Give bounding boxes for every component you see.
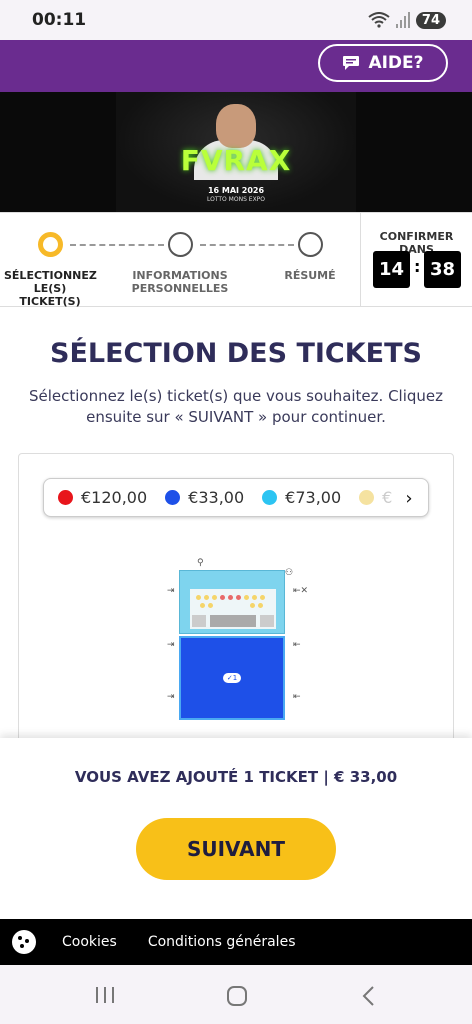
checkout-steps: SÉLECTIONNEZ LE(S) TICKET(S) INFORMATION… [0,212,472,308]
seat-dot[interactable] [244,595,249,600]
step-2-indicator [168,232,193,257]
price-legend[interactable]: €120,00 €33,00 €73,00 € › [43,478,429,517]
system-nav-bar [0,965,472,1024]
step-1-label: SÉLECTIONNEZ LE(S) TICKET(S) [4,269,97,308]
status-bar: 00:11 74 [0,0,472,40]
price-color-dot [359,490,375,505]
price-item[interactable]: €120,00 [58,488,147,507]
exit-icon: ⇥ [167,692,175,702]
cart-summary-text: VOUS AVEZ AJOUTÉ 1 TICKET | € 33,00 [74,768,398,786]
seat-dot[interactable] [212,595,217,600]
confirm-timer: CONFIRMER DANS 14 : 38 [360,213,472,306]
timer-seconds: 38 [424,251,461,288]
wifi-icon [368,12,390,28]
page-subtitle: Sélectionnez le(s) ticket(s) que vous so… [28,387,444,426]
price-color-dot [165,490,181,505]
help-button[interactable]: AIDE? [318,44,448,82]
seat-dot[interactable] [220,595,225,600]
page-title: SÉLECTION DES TICKETS [50,338,422,369]
poster-artist-name: FVRAX [180,144,292,177]
price-item[interactable]: € [359,488,392,507]
exit-icon: ⇤ [293,640,301,650]
venue-map[interactable]: ✓1 [179,570,285,720]
seat-dot[interactable] [252,595,257,600]
back-icon[interactable] [360,985,376,1007]
cookie-icon[interactable] [12,930,36,954]
map-zone-floor[interactable]: ✓1 [179,636,285,720]
seat-dot[interactable] [260,595,265,600]
step-1-indicator [38,232,63,257]
toilet-icon: ⚲ [197,558,204,568]
seat-dot[interactable] [250,603,255,608]
step-3-indicator [298,232,323,257]
people-icon: ⚇ [285,568,294,578]
seat-dot[interactable] [236,595,241,600]
next-button[interactable]: SUIVANT [136,818,336,880]
home-icon[interactable] [226,985,248,1007]
top-bar: AIDE? [0,40,472,92]
price-label: € [382,488,393,507]
cookies-link[interactable]: Cookies [62,934,117,950]
step-3-label: RÉSUMÉ [284,269,336,282]
recent-apps-icon[interactable] [94,986,116,1004]
seat-dot[interactable] [208,603,213,608]
status-icons: 74 [368,11,446,29]
price-item[interactable]: €33,00 [165,488,244,507]
price-label: €73,00 [285,488,342,507]
signal-icon [395,12,410,28]
timer-separator: : [414,257,421,276]
poster-venue: LOTTO MONS EXPO [206,196,266,203]
exit-icon: ⇤ [293,692,301,702]
chevron-right-icon[interactable]: › [396,485,422,511]
step-connector [200,244,294,246]
event-banner: FVRAX 16 MAI 2026 LOTTO MONS EXPO [0,92,472,212]
map-stage-block [210,615,256,627]
exit-icon: ⇤✕ [293,586,309,596]
price-label: €120,00 [81,488,148,507]
map-side-block [260,615,274,627]
price-item[interactable]: €73,00 [262,488,341,507]
seat-dot[interactable] [258,603,263,608]
price-color-dot [58,490,73,505]
price-label: €33,00 [188,488,245,507]
seat-dot[interactable] [204,595,209,600]
step-2-label: INFORMATIONS PERSONNELLES [131,269,229,295]
status-time: 00:11 [32,10,87,30]
seat-map-card: €120,00 €33,00 €73,00 € › ✓1 ⇥ ⇥ ⇥ ⇤✕ ⇤ … [18,453,454,753]
seat-dot[interactable] [200,603,205,608]
seat-dot[interactable] [196,595,201,600]
price-color-dot [262,490,278,505]
seat-dot[interactable] [228,595,233,600]
exit-icon: ⇥ [167,640,175,650]
battery-indicator: 74 [415,11,446,29]
help-label: AIDE? [368,53,424,73]
poster-date: 16 MAI 2026 [207,186,265,195]
map-side-block [192,615,206,627]
cart-summary-panel: VOUS AVEZ AJOUTÉ 1 TICKET | € 33,00 SUIV… [0,738,472,920]
poster-artist-head [216,104,256,148]
timer-minutes: 14 [373,251,410,288]
event-poster: FVRAX 16 MAI 2026 LOTTO MONS EXPO [116,92,356,212]
cookie-bar: Cookies Conditions générales [0,919,472,965]
chat-bubble-icon [343,56,360,70]
step-connector [70,244,164,246]
exit-icon: ⇥ [167,586,175,596]
selected-ticket-badge[interactable]: ✓1 [223,673,241,683]
map-zone-front[interactable] [179,570,285,634]
terms-link[interactable]: Conditions générales [148,934,296,950]
